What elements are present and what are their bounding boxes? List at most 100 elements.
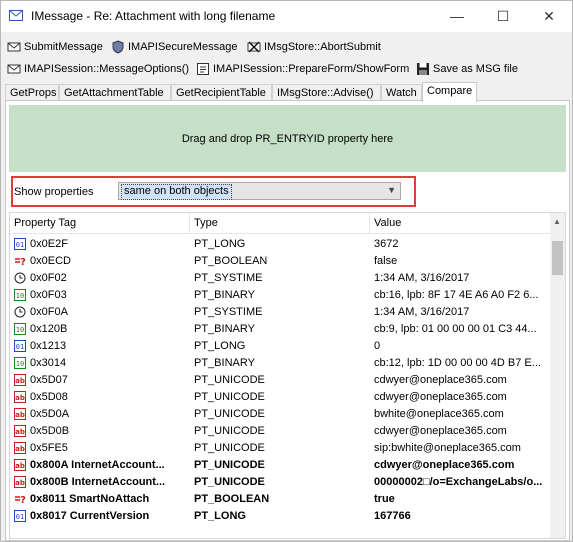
chevron-down-icon: ▼ bbox=[387, 185, 396, 195]
svg-text:ab: ab bbox=[15, 479, 25, 487]
property-tag-cell: 0x800B InternetAccount... bbox=[30, 476, 166, 488]
tab-strip: GetProps GetAttachmentTable GetRecipient… bbox=[5, 82, 570, 102]
close-button[interactable]: ✕ bbox=[526, 1, 572, 31]
scrollbar-thumb[interactable] bbox=[552, 241, 563, 275]
property-tag-cell: 0x0F02 bbox=[30, 272, 67, 284]
maximize-button[interactable]: ☐ bbox=[480, 1, 526, 31]
secure-message-button[interactable]: IMAPISecureMessage bbox=[111, 38, 237, 55]
tab-compare[interactable]: Compare bbox=[422, 82, 477, 102]
table-row[interactable]: ab 0x5D08 PT_UNICODE cdwyer@oneplace365.com bbox=[10, 389, 550, 406]
toolbar-bottom: IMAPISession::MessageOptions() IMAPISess… bbox=[1, 57, 572, 79]
table-row[interactable]: ? 0x0ECD PT_BOOLEAN false bbox=[10, 253, 550, 270]
drop-zone-text: Drag and drop PR_ENTRYID property here bbox=[181, 132, 394, 145]
type-cell: PT_UNICODE bbox=[194, 425, 265, 437]
column-header-value[interactable]: Value bbox=[370, 213, 550, 233]
minimize-button[interactable]: — bbox=[434, 1, 480, 31]
table-row[interactable]: 10 0x120B PT_BINARY cb:9, lpb: 01 00 00 00 … bbox=[10, 321, 550, 338]
value-cell: false bbox=[374, 255, 398, 267]
value-cell: cdwyer@oneplace365.com bbox=[374, 425, 507, 437]
save-icon bbox=[417, 62, 429, 75]
vertical-scrollbar[interactable]: ▲ bbox=[550, 213, 565, 538]
svg-text:ab: ab bbox=[15, 394, 25, 402]
secure-message-label: IMAPISecureMessage bbox=[128, 40, 238, 53]
type-cell: PT_BINARY bbox=[194, 289, 255, 301]
svg-text:?: ? bbox=[20, 257, 26, 267]
show-properties-value: same on both objects bbox=[121, 184, 232, 200]
type-cell: PT_BINARY bbox=[194, 357, 255, 369]
table-row[interactable]: ab 0x5D0B PT_UNICODE cdwyer@oneplace365.com bbox=[10, 423, 550, 440]
value-cell: 3672 bbox=[374, 238, 399, 250]
column-header-property-tag[interactable]: Property Tag bbox=[10, 213, 190, 233]
abort-submit-label: IMsgStore::AbortSubmit bbox=[264, 40, 381, 53]
type-cell: PT_UNICODE bbox=[194, 459, 265, 471]
table-row[interactable]: 01 0x1213 PT_LONG 0 bbox=[10, 338, 550, 355]
property-tag-cell: 0x8011 SmartNoAttach bbox=[30, 493, 150, 505]
property-tag-cell: 0x0E2F bbox=[30, 238, 68, 250]
type-cell: PT_UNICODE bbox=[194, 408, 265, 420]
property-tag-cell: 0x800A InternetAccount... bbox=[30, 459, 165, 471]
table-row[interactable]: ab 0x800A InternetAccount... PT_UNICODE cdw… bbox=[10, 457, 550, 474]
svg-text:10: 10 bbox=[16, 360, 24, 368]
type-cell: PT_SYSTIME bbox=[194, 272, 263, 284]
value-cell: 1:34 AM, 3/16/2017 bbox=[374, 306, 470, 318]
show-properties-select[interactable]: same on both objects ▼ bbox=[118, 182, 401, 200]
property-tag-cell: 0x120B bbox=[30, 323, 68, 335]
svg-text:01: 01 bbox=[16, 241, 24, 249]
property-tag-cell: 0x1213 bbox=[30, 340, 67, 352]
submit-message-button[interactable]: SubmitMessage bbox=[7, 38, 103, 55]
tab-getrecipienttable[interactable]: GetRecipientTable bbox=[171, 84, 272, 101]
entryid-drop-zone[interactable]: Drag and drop PR_ENTRYID property here bbox=[9, 105, 566, 172]
minimize-icon: — bbox=[450, 8, 464, 24]
tab-watch[interactable]: Watch bbox=[381, 84, 422, 101]
svg-text:ab: ab bbox=[15, 377, 25, 385]
scroll-up-icon[interactable]: ▲ bbox=[553, 217, 561, 226]
value-cell: cdwyer@oneplace365.com bbox=[374, 459, 515, 471]
table-row[interactable]: 0x0F0A PT_SYSTIME 1:34 AM, 3/16/2017 bbox=[10, 304, 550, 321]
table-row[interactable]: ab 0x800B InternetAccount... PT_UNICODE 000… bbox=[10, 474, 550, 491]
options-icon bbox=[7, 64, 21, 73]
window-title: IMessage - Re: Attachment with long file… bbox=[31, 9, 276, 23]
svg-text:01: 01 bbox=[16, 343, 24, 351]
table-row[interactable]: 10 0x0F03 PT_BINARY cb:16, lpb: 8F 17 4E A6… bbox=[10, 287, 550, 304]
table-row[interactable]: 01 0x0E2F PT_LONG 3672 bbox=[10, 236, 550, 253]
table-row[interactable]: 0x0F02 PT_SYSTIME 1:34 AM, 3/16/2017 bbox=[10, 270, 550, 287]
close-icon: ✕ bbox=[543, 7, 555, 24]
tab-imsgstore-advise[interactable]: IMsgStore::Advise() bbox=[272, 84, 381, 101]
table-row[interactable]: ? 0x8011 SmartNoAttach PT_BOOLEAN true bbox=[10, 491, 550, 508]
tab-getattachmenttable[interactable]: GetAttachmentTable bbox=[59, 84, 171, 101]
save-msg-button[interactable]: Save as MSG file bbox=[416, 60, 518, 77]
prepare-form-label: IMAPISession::PrepareForm/ShowForm bbox=[213, 62, 410, 75]
table-row[interactable]: ab 0x5D0A PT_UNICODE bwhite@oneplace365.com bbox=[10, 406, 550, 423]
abort-icon bbox=[247, 40, 261, 53]
table-row[interactable]: ab 0x5FE5 PT_UNICODE sip:bwhite@oneplace365… bbox=[10, 440, 550, 457]
value-cell: cb:12, lpb: 1D 00 00 00 4D B7 E... bbox=[374, 357, 541, 369]
save-msg-label: Save as MSG file bbox=[433, 62, 518, 75]
tab-getprops[interactable]: GetProps bbox=[5, 84, 59, 101]
secure-icon bbox=[112, 39, 124, 54]
type-cell: PT_BINARY bbox=[194, 323, 255, 335]
property-tag-cell: 0x0F03 bbox=[30, 289, 67, 301]
table-row[interactable]: 10 0x3014 PT_BINARY cb:12, lpb: 1D 00 00 00… bbox=[10, 355, 550, 372]
value-cell: 00000002□/o=ExchangeLabs/o... bbox=[374, 476, 543, 488]
property-tag-cell: 0x5D08 bbox=[30, 391, 68, 403]
property-grid: Property Tag Type Value 01 0x0E2F PT_LONG 3… bbox=[9, 212, 566, 539]
svg-text:ab: ab bbox=[15, 462, 25, 470]
message-options-label: IMAPISession::MessageOptions() bbox=[24, 62, 190, 75]
value-cell: 0 bbox=[374, 340, 381, 352]
value-cell: cdwyer@oneplace365.com bbox=[374, 391, 507, 403]
svg-text:ab: ab bbox=[15, 411, 25, 419]
value-cell: cdwyer@oneplace365.com bbox=[374, 374, 507, 386]
imessage-window: IMessage - Re: Attachment with long file… bbox=[0, 0, 573, 542]
submit-message-label: SubmitMessage bbox=[24, 40, 103, 53]
column-header-type[interactable]: Type bbox=[190, 213, 370, 233]
property-tag-cell: 0x8017 CurrentVersion bbox=[30, 510, 150, 522]
svg-text:01: 01 bbox=[16, 513, 24, 521]
svg-text:?: ? bbox=[20, 495, 26, 505]
type-cell: PT_BOOLEAN bbox=[194, 255, 268, 267]
prepare-form-button[interactable]: IMAPISession::PrepareForm/ShowForm bbox=[196, 60, 409, 77]
compare-panel: Drag and drop PR_ENTRYID property here S… bbox=[5, 100, 570, 541]
table-row[interactable]: ab 0x5D07 PT_UNICODE cdwyer@oneplace365.com bbox=[10, 372, 550, 389]
message-options-button[interactable]: IMAPISession::MessageOptions() bbox=[7, 60, 189, 77]
abort-submit-button[interactable]: IMsgStore::AbortSubmit bbox=[247, 38, 381, 55]
table-row[interactable]: 01 0x8017 CurrentVersion PT_LONG 167766 bbox=[10, 508, 550, 525]
